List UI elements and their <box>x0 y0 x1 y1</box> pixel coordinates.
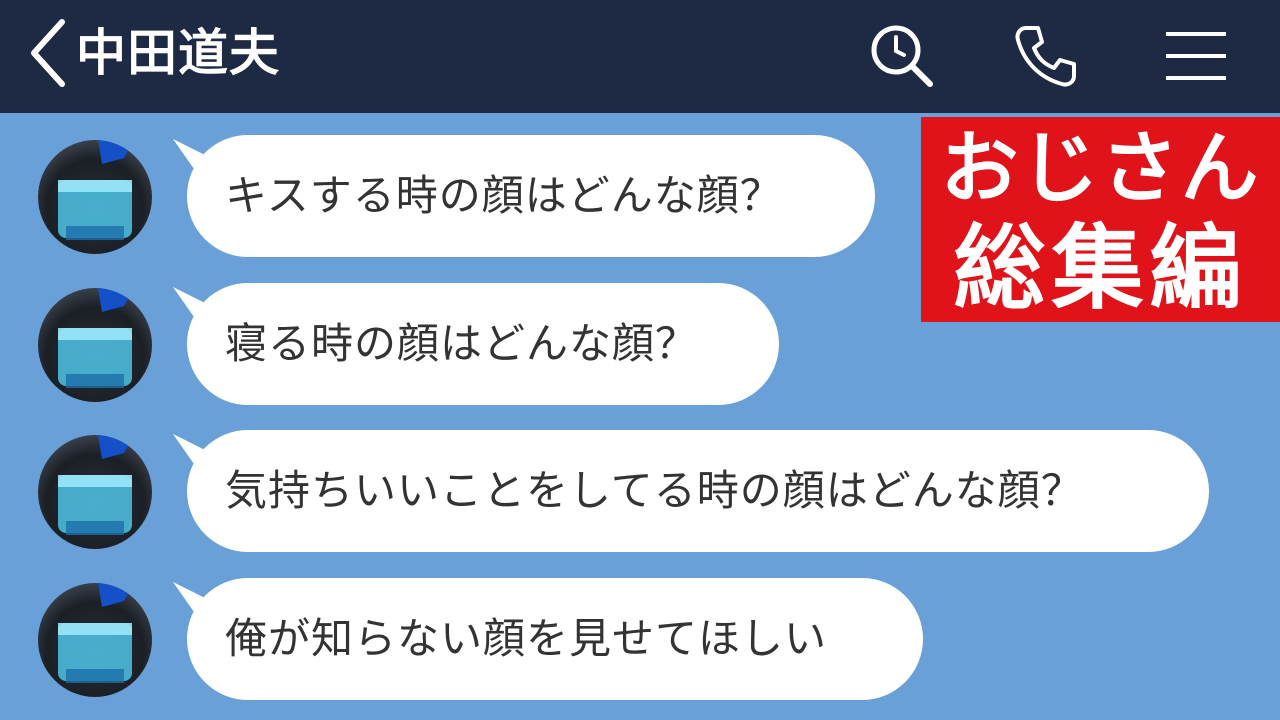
message-text: キスする時の顔はどんな顔？ <box>225 171 783 220</box>
message-text: 寝る時の顔はどんな顔？ <box>225 319 699 368</box>
chat-bubble[interactable]: 気持ちいいことをしてる時の顔はどんな顔？ <box>173 430 1209 552</box>
search-button[interactable] <box>866 20 938 92</box>
bubble-tail <box>173 434 213 474</box>
avatar[interactable] <box>38 583 152 697</box>
menu-icon <box>1166 32 1226 80</box>
chat-bubble[interactable]: 俺が知らない顔を見せてほしい <box>173 578 923 700</box>
chat-bubble[interactable]: 寝る時の顔はどんな顔？ <box>173 283 779 405</box>
message-row: 俺が知らない顔を見せてほしい <box>0 578 1280 702</box>
message-row: 気持ちいいことをしてる時の顔はどんな顔？ <box>0 430 1280 554</box>
back-chevron-icon[interactable] <box>26 16 70 90</box>
contact-name: 中田道夫 <box>76 24 280 82</box>
bubble-tail <box>173 582 213 622</box>
avatar[interactable] <box>38 435 152 549</box>
search-icon <box>871 25 933 87</box>
glass-of-water-avatar-icon <box>58 288 134 388</box>
chat-header: 中田道夫 <box>0 0 1280 113</box>
chat-bubble[interactable]: キスする時の顔はどんな顔？ <box>173 135 875 257</box>
avatar[interactable] <box>38 288 152 402</box>
glass-of-water-avatar-icon <box>58 583 134 683</box>
menu-button[interactable] <box>1160 20 1232 92</box>
bubble-tail <box>173 287 213 327</box>
avatar[interactable] <box>38 140 152 254</box>
glass-of-water-avatar-icon <box>58 140 134 240</box>
glass-of-water-avatar-icon <box>58 435 134 535</box>
phone-icon <box>1015 26 1076 87</box>
bubble-tail <box>173 139 213 179</box>
call-button[interactable] <box>1010 20 1082 92</box>
message-text: 俺が知らない顔を見せてほしい <box>225 614 828 663</box>
message-row: キスする時の顔はどんな顔？ <box>0 135 1280 259</box>
message-row: 寝る時の顔はどんな顔？ <box>0 283 1280 407</box>
message-text: 気持ちいいことをしてる時の顔はどんな顔？ <box>225 466 1084 515</box>
